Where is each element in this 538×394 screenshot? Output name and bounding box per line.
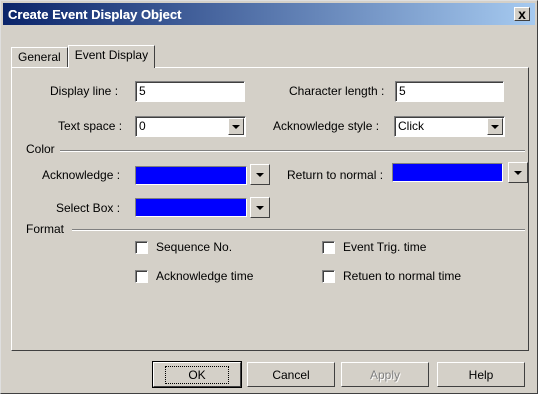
return-to-normal-color-dropdown[interactable] — [508, 162, 528, 183]
acknowledge-style-value: Click — [398, 119, 424, 133]
create-event-display-dialog: Create Event Display Object x General Ev… — [0, 0, 538, 394]
window-title: Create Event Display Object — [8, 6, 182, 22]
color-group-title: Color — [26, 142, 57, 156]
select-box-color-swatch[interactable] — [135, 198, 247, 217]
chevron-down-icon[interactable] — [228, 118, 244, 135]
acknowledge-time-label: Acknowledge time — [156, 269, 254, 283]
event-display-panel: Display line : 5 Character length : 5 Te… — [11, 67, 529, 351]
ok-button-label: OK — [165, 365, 229, 384]
color-divider — [60, 150, 525, 152]
acknowledge-color-dropdown[interactable] — [250, 164, 270, 185]
return-to-normal-time-label: Retuen to normal time — [343, 269, 462, 283]
text-space-select[interactable]: 0 — [135, 116, 246, 137]
title-bar[interactable]: Create Event Display Object x — [3, 3, 535, 25]
chevron-down-icon — [256, 205, 264, 210]
character-length-input[interactable]: 5 — [395, 81, 504, 102]
chevron-down-icon — [514, 170, 522, 175]
sequence-no-label: Sequence No. — [156, 240, 233, 254]
ok-button[interactable]: OK — [152, 361, 242, 388]
chevron-down-icon — [256, 172, 264, 177]
apply-button[interactable]: Apply — [341, 362, 429, 387]
help-button-label: Help — [468, 367, 494, 382]
cancel-button-label: Cancel — [272, 367, 310, 382]
display-line-label: Display line : — [50, 84, 119, 98]
acknowledge-style-select[interactable]: Click — [394, 116, 505, 137]
acknowledge-style-label: Acknowledge style : — [273, 119, 380, 133]
event-trig-time-label: Event Trig. time — [343, 240, 427, 254]
select-box-label: Select Box : — [56, 201, 121, 215]
tab-event-display[interactable]: Event Display — [67, 45, 156, 68]
tab-general[interactable]: General — [11, 47, 68, 67]
cancel-button[interactable]: Cancel — [247, 362, 335, 387]
display-line-input[interactable]: 5 — [135, 81, 245, 102]
return-to-normal-color-swatch[interactable] — [392, 163, 503, 182]
acknowledge-time-checkbox[interactable] — [135, 270, 148, 283]
sequence-no-checkbox[interactable] — [135, 241, 148, 254]
character-length-label: Character length : — [289, 84, 385, 98]
format-group-title: Format — [26, 222, 67, 236]
acknowledge-color-label: Acknowledge : — [42, 168, 121, 182]
text-space-value: 0 — [139, 119, 146, 133]
event-trig-time-checkbox[interactable] — [322, 241, 335, 254]
tab-strip: General Event Display — [11, 45, 156, 68]
help-button[interactable]: Help — [437, 362, 525, 387]
format-divider — [72, 229, 525, 231]
select-box-color-dropdown[interactable] — [250, 197, 270, 218]
acknowledge-color-swatch[interactable] — [135, 166, 247, 185]
return-to-normal-label: Return to normal : — [287, 168, 384, 182]
chevron-down-icon[interactable] — [487, 118, 503, 135]
text-space-label: Text space : — [58, 119, 123, 133]
apply-button-label: Apply — [369, 367, 401, 382]
close-icon[interactable]: x — [514, 7, 530, 21]
return-to-normal-time-checkbox[interactable] — [322, 270, 335, 283]
